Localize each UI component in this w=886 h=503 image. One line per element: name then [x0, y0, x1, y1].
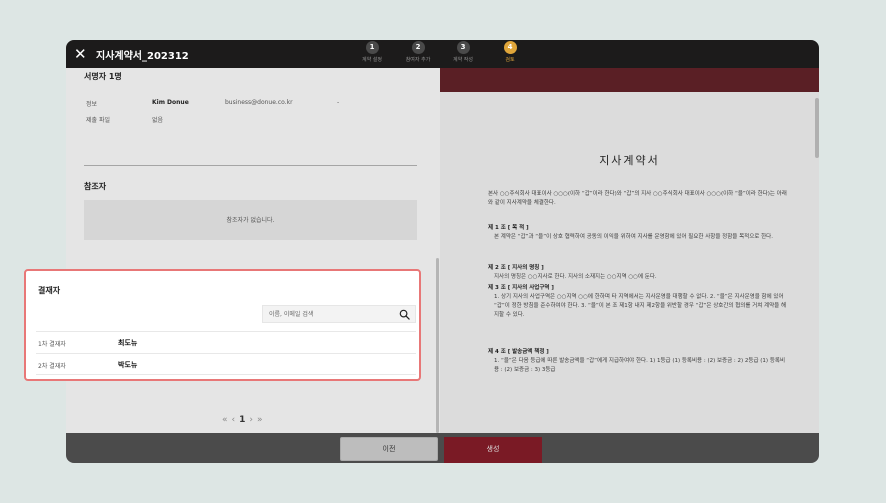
close-icon[interactable]: ✕: [74, 45, 88, 63]
approver-row[interactable]: 1차 결재자 최도뉴: [36, 331, 416, 353]
contract-review-window: ✕ 지사계약서_202312 1 계약 설정 2 참여자 추가 3 계약 작성 …: [66, 40, 819, 463]
article-1-body: 본 계약은 “갑”과 “을”이 상호 협력하여 공동의 이익을 위하여 지사를 …: [494, 234, 773, 240]
left-scrollbar[interactable]: [436, 258, 439, 433]
step-number: 3: [456, 41, 470, 54]
reference-section-title: 참조자: [84, 182, 107, 191]
pagination: «‹1›»: [222, 415, 267, 425]
next-page-icon[interactable]: ›: [249, 415, 257, 425]
step-number: 4: [503, 41, 517, 54]
reference-empty-text: 참조자가 없습니다.: [226, 217, 275, 224]
last-page-icon[interactable]: »: [257, 415, 267, 425]
step-label: 참여자 추가: [405, 57, 431, 63]
approver-popup: 결재자 1차 결재자 최도뉴 2차 결재자 박도뉴: [24, 269, 421, 381]
search-icon[interactable]: [399, 309, 410, 320]
step-number: 1: [365, 41, 379, 54]
step-number: 2: [411, 41, 425, 54]
approver-title: 결재자: [38, 286, 61, 295]
signer-dash: -: [337, 99, 340, 106]
step-label: 검토: [505, 57, 515, 63]
prev-page-icon[interactable]: ‹: [232, 415, 240, 425]
first-page-icon[interactable]: «: [222, 415, 232, 425]
article-3-title: 제 3 조 [ 지사의 사업구역 ]: [488, 285, 554, 291]
signer-name: Kim Donue: [152, 99, 189, 106]
article-2-body: 지사의 명칭은 ○○지사로 한다. 지사의 소재지는 ○○지역 ○○에 둔다.: [494, 274, 657, 280]
top-bar: ✕ 지사계약서_202312 1 계약 설정 2 참여자 추가 3 계약 작성 …: [66, 40, 819, 68]
approver-order: 1차 결재자: [38, 341, 66, 348]
step-label: 계약 설정: [362, 57, 382, 63]
preview-scrollbar[interactable]: [815, 98, 819, 158]
approver-name: 박도뉴: [118, 361, 138, 369]
article-4-title: 제 4 조 [ 발송금액 책정 ]: [488, 349, 549, 355]
contract-title: 지사계약서: [599, 154, 660, 167]
create-button[interactable]: 생성: [444, 437, 542, 463]
article-2-title: 제 2 조 [ 지사의 명칭 ]: [488, 265, 544, 271]
article-3-body: 1. 상기 지사의 사업구역은 ○○지역 ○○에 한하며 타 지역에서는 지사운…: [494, 294, 787, 318]
attachment-label: 제출 파일: [86, 117, 110, 124]
section-divider: [84, 165, 417, 166]
document-title: 지사계약서_202312: [96, 51, 189, 62]
article-4-body: 1. “을”은 다음 등급에 따른 발송금액을 “갑”에게 지급하여야 한다. …: [494, 358, 786, 373]
signer-email: business@donue.co.kr: [225, 99, 293, 106]
reference-empty-box: 참조자가 없습니다.: [84, 200, 417, 240]
approver-name: 최도뉴: [118, 339, 138, 347]
contract-intro: 본사 ○○주식회사 대표이사 ○○○(이하 “갑”이라 한다)와 “갑”의 지사…: [488, 191, 787, 206]
step-3[interactable]: 3 계약 작성: [443, 41, 483, 63]
step-2[interactable]: 2 참여자 추가: [398, 41, 438, 63]
current-page[interactable]: 1: [239, 415, 249, 425]
footer-bar: 이전 생성: [66, 433, 819, 463]
approver-order: 2차 결재자: [38, 363, 66, 370]
approver-search: [262, 305, 416, 323]
contract-preview-pane: 지사계약서 본사 ○○주식회사 대표이사 ○○○(이하 “갑”이라 한다)와 “…: [440, 68, 819, 433]
info-label: 정보: [86, 101, 98, 108]
step-label: 계약 작성: [453, 57, 473, 63]
step-1[interactable]: 1 계약 설정: [352, 41, 392, 63]
article-1-title: 제 1 조 [ 목 적 ]: [488, 225, 529, 231]
preview-header-band: [440, 68, 819, 92]
step-4-current[interactable]: 4 검토: [490, 41, 530, 63]
approver-row[interactable]: 2차 결재자 박도뉴: [36, 353, 416, 375]
signer-section-title: 서명자 1명: [84, 72, 122, 81]
attachment-value: 없음: [152, 117, 164, 124]
prev-button[interactable]: 이전: [340, 437, 438, 461]
approver-search-input[interactable]: [269, 308, 393, 320]
